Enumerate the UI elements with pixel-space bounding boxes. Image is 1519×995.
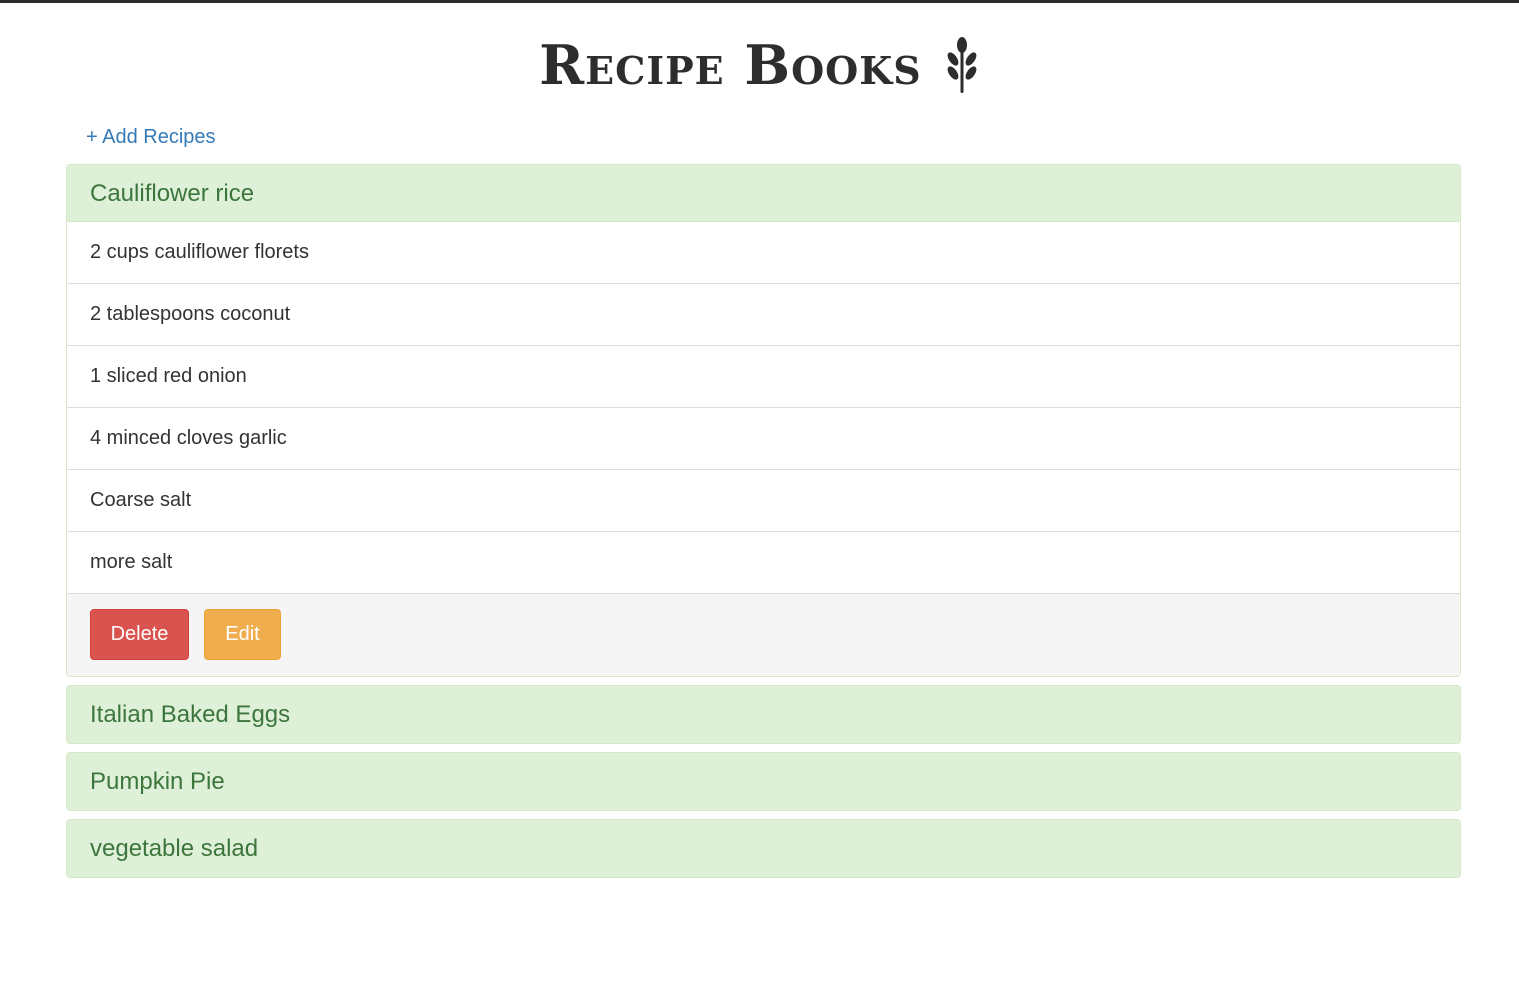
add-recipes-link[interactable]: + Add Recipes	[86, 126, 216, 149]
ingredient-item: more salt	[67, 532, 1460, 594]
recipe-panel-pumpkin-pie: Pumpkin Pie	[66, 752, 1461, 811]
recipe-heading[interactable]: Italian Baked Eggs	[67, 686, 1460, 743]
recipe-actions: Delete Edit	[67, 594, 1460, 676]
recipe-panel-italian-baked-eggs: Italian Baked Eggs	[66, 685, 1461, 744]
page-title: Recipe Books	[539, 33, 922, 97]
recipe-heading[interactable]: Pumpkin Pie	[67, 753, 1460, 810]
edit-button[interactable]: Edit	[204, 609, 281, 660]
recipe-panel-vegetable-salad: vegetable salad	[66, 819, 1461, 878]
delete-button[interactable]: Delete	[90, 609, 189, 660]
recipe-heading[interactable]: vegetable salad	[67, 820, 1460, 877]
page-header: Recipe Books	[0, 30, 1519, 100]
recipe-list: Cauliflower rice 2 cups cauliflower flor…	[66, 164, 1461, 886]
ingredient-item: 1 sliced red onion	[67, 346, 1460, 408]
recipe-panel-cauliflower-rice: Cauliflower rice 2 cups cauliflower flor…	[66, 164, 1461, 677]
ingredient-item: 4 minced cloves garlic	[67, 408, 1460, 470]
wheat-icon	[947, 37, 977, 93]
top-rule	[0, 0, 1519, 3]
ingredient-item: 2 tablespoons coconut	[67, 284, 1460, 346]
ingredient-item: 2 cups cauliflower florets	[67, 222, 1460, 284]
recipe-heading[interactable]: Cauliflower rice	[67, 165, 1460, 222]
ingredient-item: Coarse salt	[67, 470, 1460, 532]
